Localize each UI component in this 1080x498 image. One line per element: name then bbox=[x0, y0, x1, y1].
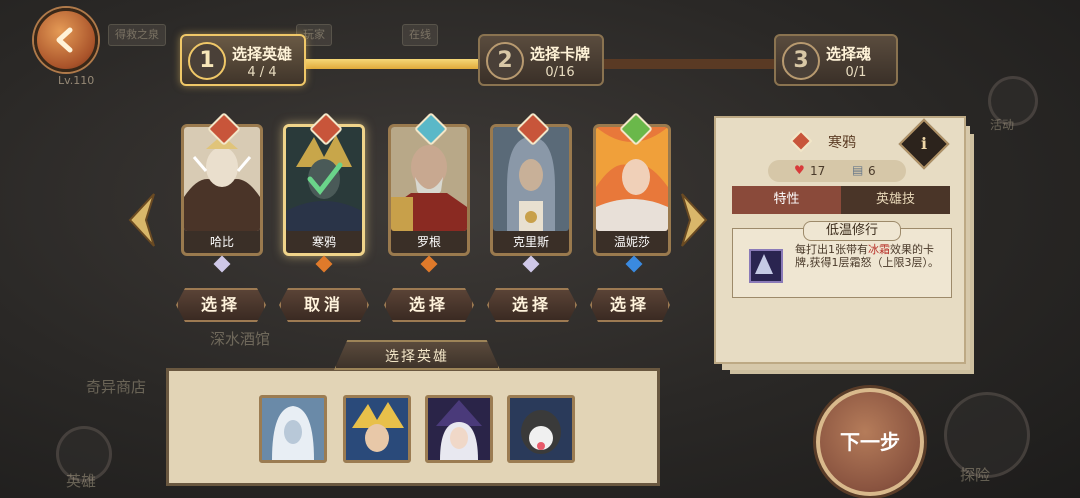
detail-tabs: 特性 英雄技 bbox=[732, 186, 950, 214]
step-number: 1 bbox=[188, 42, 226, 80]
progress-fill-1 bbox=[300, 59, 484, 69]
attack-role-icon bbox=[790, 130, 812, 152]
team-title: 选择英雄 bbox=[334, 340, 500, 370]
player-level: Lv.110 bbox=[58, 74, 95, 87]
step-progress: 0/1 bbox=[845, 65, 867, 80]
select-hero-button[interactable]: 选择 bbox=[487, 288, 577, 322]
chevron-left-icon bbox=[128, 193, 155, 247]
card-cost-icon: ▤ bbox=[852, 163, 864, 177]
next-step-button[interactable]: 下一步 bbox=[816, 388, 924, 496]
cancel-hero-button[interactable]: 取消 bbox=[279, 288, 369, 322]
hero-name: 温妮莎 bbox=[613, 235, 650, 249]
rarity-gem-icon bbox=[522, 255, 540, 273]
scroll-left-button[interactable] bbox=[124, 190, 160, 250]
step-number: 3 bbox=[782, 42, 820, 80]
bg-chip: 得救之泉 bbox=[108, 24, 166, 46]
hero-card-harpy[interactable]: 哈比 bbox=[181, 112, 263, 256]
hero-name: 罗根 bbox=[416, 235, 441, 249]
frost-trait-icon bbox=[749, 249, 783, 283]
bg-explore-label: 探险 bbox=[960, 466, 991, 484]
rarity-gem-icon bbox=[625, 255, 643, 273]
hero-info-panel: 寒鸦 i ♥ 17 ▤ 6 特性 英雄技 低温修行 每打出1张带有冰霜效果的卡牌… bbox=[714, 116, 966, 364]
back-arrow-icon bbox=[56, 27, 73, 53]
rarity-gem-icon bbox=[315, 255, 333, 273]
rarity-gem-icon bbox=[420, 255, 438, 273]
hero-detail-name: 寒鸦 bbox=[828, 135, 856, 151]
select-hero-button[interactable]: 选择 bbox=[176, 288, 266, 322]
step-title: 选择魂 bbox=[826, 45, 872, 63]
hero-name: 克里斯 bbox=[512, 235, 549, 249]
bg-shop-label: 奇异商店 bbox=[86, 378, 147, 396]
step-select-soul[interactable]: 3 选择魂 0/1 bbox=[774, 34, 898, 86]
rarity-gem-icon bbox=[213, 255, 231, 273]
select-hero-button[interactable]: 选择 bbox=[590, 288, 670, 322]
team-slot[interactable] bbox=[343, 395, 411, 463]
info-button[interactable]: i bbox=[898, 118, 950, 170]
bg-tavern-label: 深水酒馆 bbox=[210, 330, 271, 348]
tab-traits[interactable]: 特性 bbox=[732, 186, 841, 214]
bg-heroes-label: 英雄 bbox=[66, 472, 97, 490]
hero-card-hanya[interactable]: 寒鸦 bbox=[283, 112, 365, 256]
trait-description: 每打出1张带有冰霜效果的卡牌,获得1层霜怒（上限3层）。 bbox=[795, 243, 939, 269]
info-icon: i bbox=[920, 134, 928, 153]
step-title: 选择英雄 bbox=[232, 45, 293, 63]
hero-card-logan[interactable]: 罗根 bbox=[388, 112, 470, 256]
step-progress: 0/16 bbox=[545, 65, 575, 80]
select-hero-button[interactable]: 选择 bbox=[384, 288, 474, 322]
hero-name: 寒鸦 bbox=[311, 235, 336, 249]
bg-chip: 在线 bbox=[402, 24, 438, 46]
bg-activity-label: 活动 bbox=[990, 118, 1015, 132]
team-selection-box bbox=[166, 368, 660, 486]
step-number: 2 bbox=[486, 42, 524, 80]
team-slot[interactable] bbox=[507, 395, 575, 463]
team-slot[interactable] bbox=[425, 395, 493, 463]
step-select-hero[interactable]: 1 选择英雄 4 / 4 bbox=[180, 34, 306, 86]
hero-card-winnie[interactable]: 温妮莎 bbox=[593, 112, 671, 256]
back-button[interactable] bbox=[34, 8, 98, 72]
keyword-frost: 冰霜 bbox=[868, 243, 890, 256]
step-select-cards[interactable]: 2 选择卡牌 0/16 bbox=[478, 34, 604, 86]
step-title: 选择卡牌 bbox=[530, 45, 591, 63]
scroll-right-button[interactable] bbox=[676, 190, 712, 250]
cost-value: 6 bbox=[868, 164, 876, 178]
tab-hero-skill[interactable]: 英雄技 bbox=[841, 186, 950, 214]
step-progress: 4 / 4 bbox=[247, 65, 277, 80]
team-slot[interactable] bbox=[259, 395, 327, 463]
hero-card-chris[interactable]: 克里斯 bbox=[490, 112, 572, 256]
heart-icon: ♥ bbox=[794, 163, 805, 177]
progress-track-2 bbox=[598, 59, 782, 69]
trait-card: 低温修行 每打出1张带有冰霜效果的卡牌,获得1层霜怒（上限3层）。 bbox=[732, 221, 952, 298]
hero-name: 哈比 bbox=[209, 235, 234, 249]
chevron-right-icon bbox=[681, 193, 708, 247]
hero-stats: ♥ 17 ▤ 6 bbox=[768, 160, 906, 182]
hp-value: 17 bbox=[810, 164, 826, 178]
trait-name: 低温修行 bbox=[803, 221, 901, 241]
